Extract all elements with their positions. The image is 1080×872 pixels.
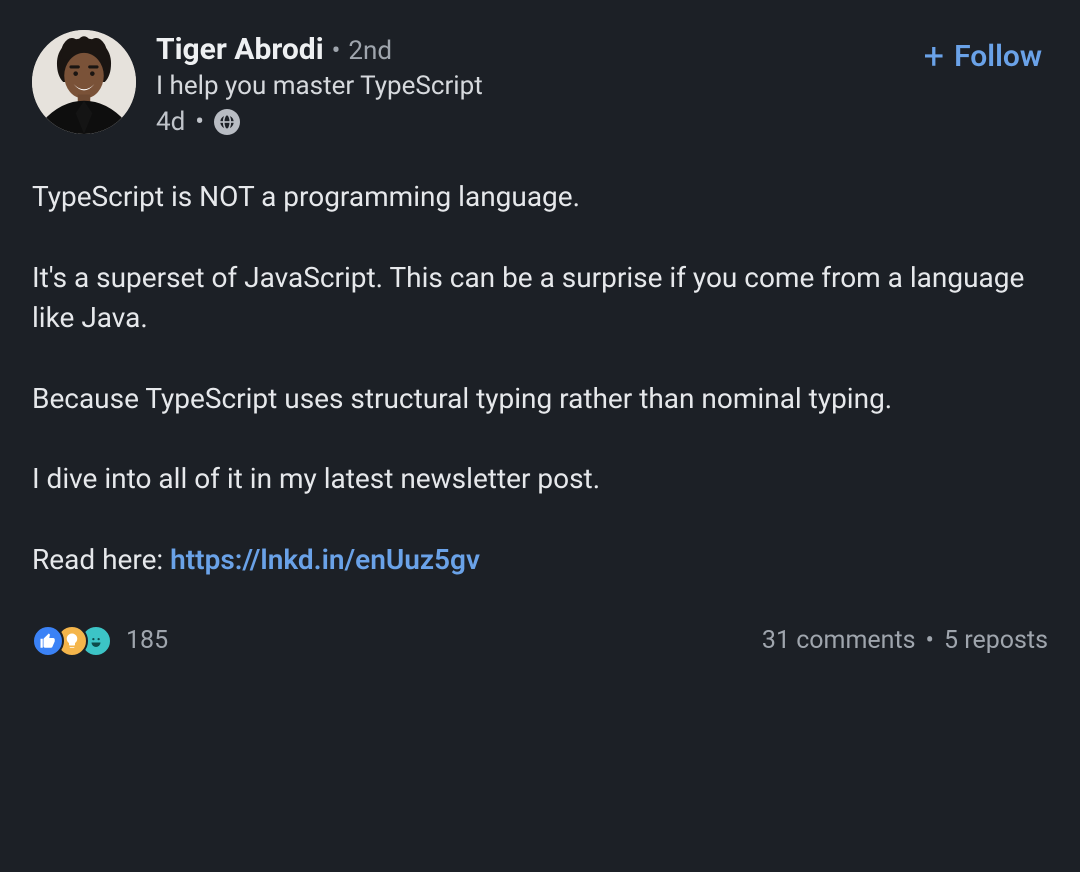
body-paragraph: TypeScript is NOT a programming language… <box>32 177 1048 218</box>
body-paragraph: It's a superset of JavaScript. This can … <box>32 258 1048 339</box>
post-time: 4d <box>156 107 185 137</box>
comments-count[interactable]: 31 comments <box>762 626 916 655</box>
body-paragraph: I dive into all of it in my latest newsl… <box>32 459 1048 500</box>
reposts-count[interactable]: 5 reposts <box>944 626 1048 655</box>
separator-dot: • <box>926 626 934 655</box>
follow-button[interactable]: + Follow <box>924 30 1048 74</box>
plus-icon: + <box>924 38 944 74</box>
post-header: Tiger Abrodi • 2nd I help you master Typ… <box>32 30 1048 137</box>
separator-dot: • <box>332 36 341 66</box>
globe-icon <box>214 109 240 135</box>
reactions-count: 185 <box>126 626 168 655</box>
reaction-icons <box>32 625 112 657</box>
body-text-prefix: Read here: <box>32 543 170 576</box>
post-card: Tiger Abrodi • 2nd I help you master Typ… <box>0 0 1080 657</box>
post-meta: 4d • <box>156 107 904 137</box>
body-paragraph: Because TypeScript uses structural typin… <box>32 379 1048 420</box>
connection-degree: 2nd <box>348 36 392 66</box>
reactions[interactable]: 185 <box>32 625 168 657</box>
follow-label: Follow <box>954 39 1042 74</box>
author-headline: I help you master TypeScript <box>156 71 904 101</box>
separator-dot: • <box>195 107 204 137</box>
post-body: TypeScript is NOT a programming language… <box>32 177 1048 581</box>
like-icon <box>32 625 64 657</box>
body-paragraph: Read here: https://lnkd.in/enUuz5gv <box>32 540 1048 581</box>
author-name[interactable]: Tiger Abrodi <box>156 32 324 67</box>
social-row: 185 31 comments • 5 reposts <box>32 625 1048 657</box>
author-avatar[interactable] <box>32 30 136 134</box>
post-link[interactable]: https://lnkd.in/enUuz5gv <box>170 543 480 576</box>
author-info: Tiger Abrodi • 2nd I help you master Typ… <box>156 30 904 137</box>
